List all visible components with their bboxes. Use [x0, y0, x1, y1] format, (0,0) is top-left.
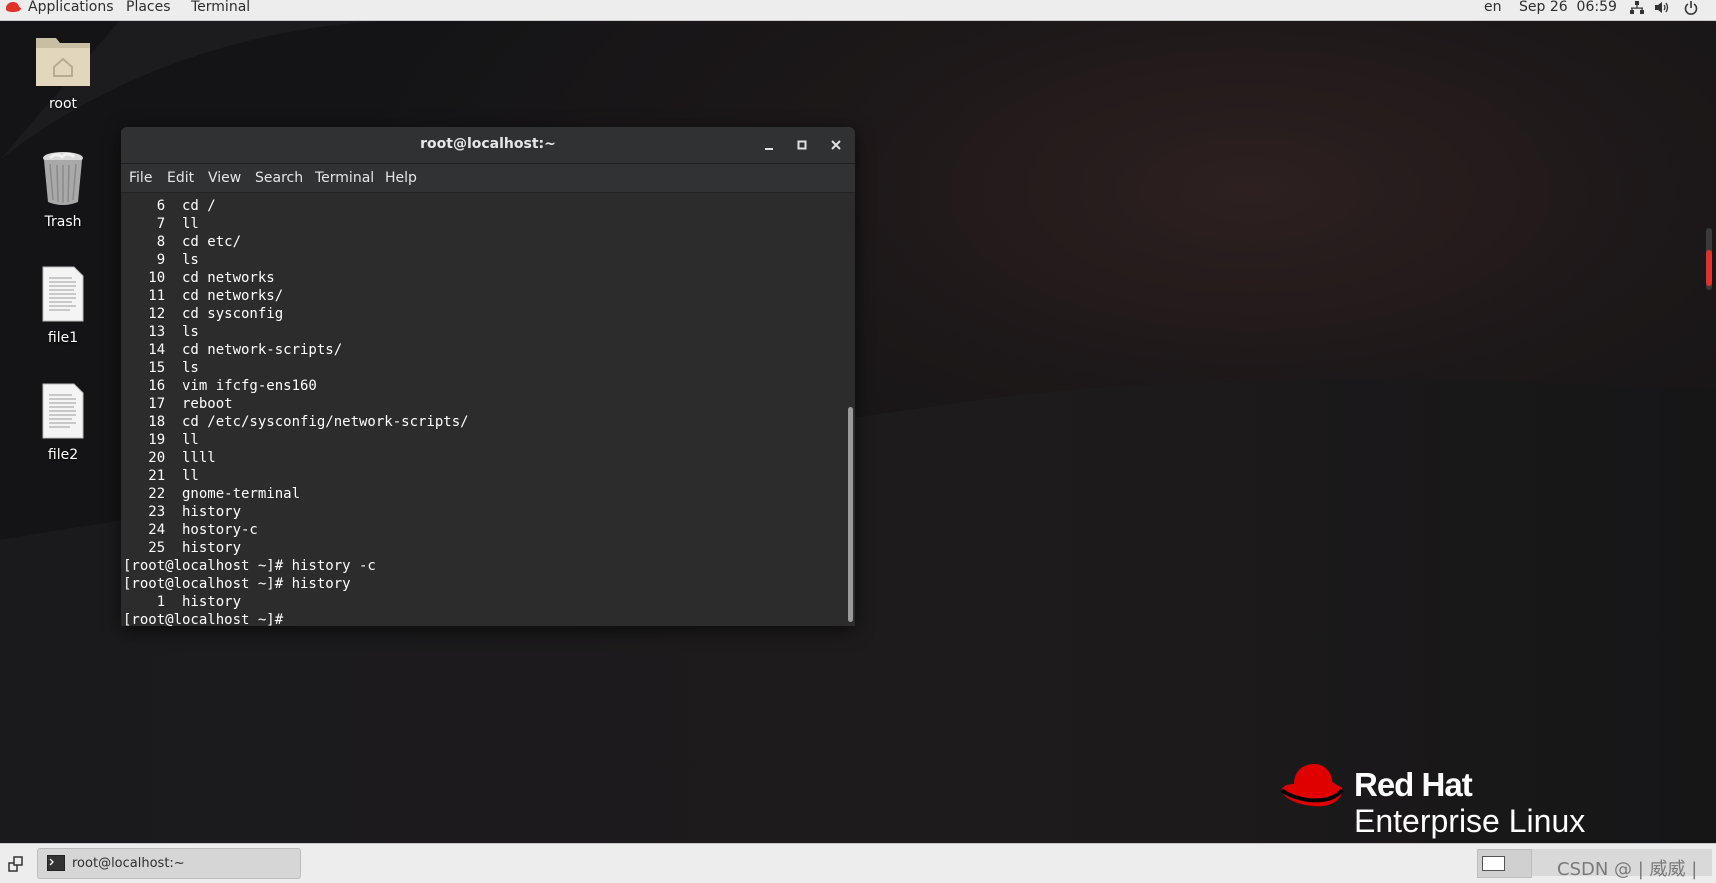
desktop-icon-file2[interactable]: file2 — [13, 383, 113, 463]
desktop-icon-file1[interactable]: file1 — [13, 266, 113, 346]
terminal-line: [root@localhost ~]# history -c — [123, 558, 376, 574]
show-desktop-icon[interactable] — [8, 856, 24, 872]
terminal-line: 17 reboot — [123, 396, 233, 412]
terminal-scrollbar[interactable] — [846, 193, 855, 626]
close-icon — [831, 140, 841, 150]
desktop-icon-trash[interactable]: Trash — [13, 150, 113, 230]
top-panel: Applications Places Terminal en Sep 26 0… — [0, 0, 1716, 21]
terminal-line: 22 gnome-terminal — [123, 486, 301, 502]
home-folder-icon — [36, 38, 90, 86]
menu-terminal[interactable]: Terminal — [315, 170, 374, 186]
close-button[interactable] — [826, 135, 846, 155]
minimize-icon — [765, 148, 773, 150]
terminal-app-menu[interactable]: Terminal — [191, 0, 250, 14]
terminal-line: 19 ll — [123, 432, 199, 448]
brand-name: Red Hat — [1354, 766, 1473, 803]
trash-icon — [43, 152, 83, 205]
terminal-line: 9 ls — [123, 252, 199, 268]
terminal-line: 12 cd sysconfig — [123, 306, 284, 322]
taskbar-window-button[interactable]: root@localhost:~ — [37, 848, 301, 879]
desktop-icon-label: Trash — [44, 214, 82, 230]
desktop-icon-label: file1 — [47, 330, 79, 346]
menu-file[interactable]: File — [129, 170, 152, 186]
terminal-menubar: File Edit View Search Terminal Help — [121, 164, 855, 193]
terminal-line: 13 ls — [123, 324, 199, 340]
terminal-line: 1 history — [123, 594, 242, 610]
terminal-line: 23 history — [123, 504, 242, 520]
desktop-icon-label: file2 — [47, 447, 79, 463]
redhat-hat-icon — [5, 2, 21, 12]
terminal-line: 7 ll — [123, 216, 199, 232]
power-icon[interactable] — [1684, 1, 1698, 15]
watermark-text: CSDN @ | 威威 | — [1557, 859, 1698, 880]
terminal-scrollbar-thumb[interactable] — [848, 407, 853, 622]
network-icon[interactable] — [1629, 1, 1645, 14]
terminal-line: 11 cd networks/ — [123, 288, 284, 304]
terminal-line: [root@localhost ~]# — [123, 612, 292, 626]
workspace-switcher-1[interactable] — [1477, 849, 1532, 878]
maximize-button[interactable] — [792, 135, 812, 155]
terminal-line: 21 ll — [123, 468, 199, 484]
redhat-logo-icon — [1280, 764, 1344, 807]
text-file-icon — [42, 266, 84, 322]
terminal-line: 25 history — [123, 540, 242, 556]
terminal-line: [root@localhost ~]# history — [123, 576, 351, 592]
terminal-line: 8 cd etc/ — [123, 234, 242, 250]
menu-edit[interactable]: Edit — [167, 170, 194, 186]
taskbar-window-label: root@localhost:~ — [72, 856, 185, 871]
text-file-icon — [42, 383, 84, 439]
desktop-icon-root[interactable]: root — [13, 32, 113, 112]
terminal-line: 18 cd /etc/sysconfig/network-scripts/ — [123, 414, 469, 430]
bottom-panel: root@localhost:~ CSDN @ | 威威 | — [0, 843, 1716, 883]
desktop-icon-label: root — [48, 96, 78, 112]
terminal-line: 14 cd network-scripts/ — [123, 342, 343, 358]
terminal-window[interactable]: root@localhost:~ File Edit View Search T… — [121, 127, 855, 626]
maximize-icon — [797, 140, 807, 150]
edge-scroll-indicator — [1706, 228, 1712, 290]
clock[interactable]: Sep 26 06:59 — [1519, 0, 1617, 14]
terminal-output[interactable]: 6 cd / 7 ll 8 cd etc/ 9 ls 10 cd network… — [121, 193, 846, 626]
terminal-line: 16 vim ifcfg-ens160 — [123, 378, 317, 394]
terminal-line: 10 cd networks — [123, 270, 275, 286]
menu-help[interactable]: Help — [385, 170, 417, 186]
brand-product: Enterprise Linux — [1354, 803, 1586, 839]
places-menu[interactable]: Places — [126, 0, 171, 14]
terminal-line: 24 hostory-c — [123, 522, 258, 538]
terminal-line: 20 llll — [123, 450, 216, 466]
applications-menu[interactable]: Applications — [28, 0, 114, 14]
window-title: root@localhost:~ — [420, 136, 556, 152]
terminal-line: 6 cd / — [123, 198, 216, 214]
terminal-line: 15 ls — [123, 360, 199, 376]
terminal-icon — [47, 855, 65, 871]
input-language-indicator[interactable]: en — [1484, 0, 1502, 14]
menu-view[interactable]: View — [208, 170, 241, 186]
window-titlebar[interactable]: root@localhost:~ — [121, 127, 855, 164]
volume-icon[interactable] — [1654, 1, 1670, 14]
menu-search[interactable]: Search — [255, 170, 303, 186]
minimize-button[interactable] — [759, 135, 779, 155]
